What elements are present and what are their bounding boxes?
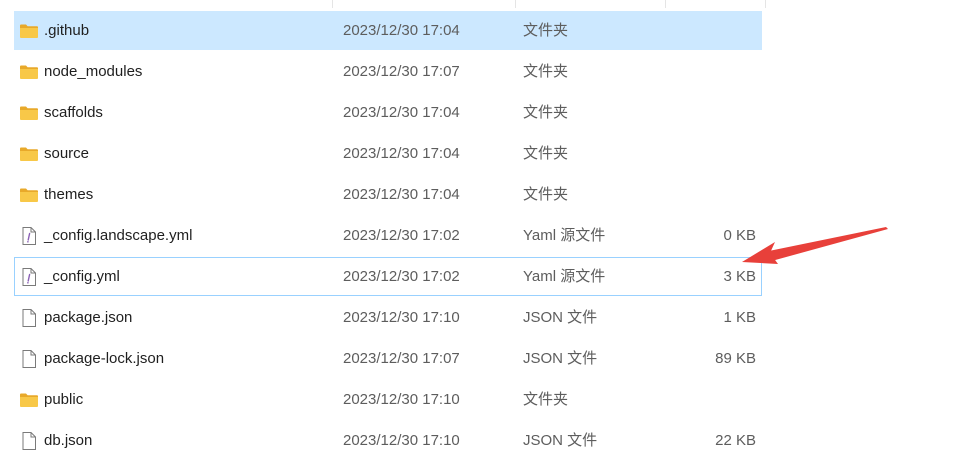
file-name: node_modules <box>44 63 143 80</box>
column-separator[interactable] <box>665 0 666 8</box>
file-size: 0 KB <box>723 227 756 244</box>
file-type: JSON 文件 <box>523 309 598 326</box>
file-row-scaffolds[interactable]: scaffolds 2023/12/30 17:04 文件夹 <box>14 93 762 132</box>
file-modified-date: 2023/12/30 17:02 <box>343 268 460 285</box>
file-modified-date: 2023/12/30 17:07 <box>343 350 460 367</box>
file-row-themes[interactable]: themes 2023/12/30 17:04 文件夹 <box>14 175 762 214</box>
file-name: .github <box>44 22 90 39</box>
file-type: Yaml 源文件 <box>523 227 606 244</box>
file-row-node-modules[interactable]: node_modules 2023/12/30 17:07 文件夹 <box>14 52 762 91</box>
file-size: 22 KB <box>715 432 756 449</box>
file-type: 文件夹 <box>523 186 569 203</box>
file-type: 文件夹 <box>523 63 569 80</box>
file-name: db.json <box>44 432 93 449</box>
column-separator[interactable] <box>765 0 766 8</box>
file-modified-date: 2023/12/30 17:10 <box>343 391 460 408</box>
file-modified-date: 2023/12/30 17:07 <box>343 63 460 80</box>
file-name: package.json <box>44 309 133 326</box>
file-row-source[interactable]: source 2023/12/30 17:04 文件夹 <box>14 134 762 173</box>
folder-icon <box>19 390 39 410</box>
file-name: source <box>44 145 90 162</box>
file-modified-date: 2023/12/30 17:04 <box>343 22 460 39</box>
file-explorer-pane: .github 2023/12/30 17:04 文件夹 node_module… <box>0 0 960 472</box>
file-modified-date: 2023/12/30 17:04 <box>343 186 460 203</box>
file-name: _config.landscape.yml <box>44 227 193 244</box>
file-row-config-landscape-yml[interactable]: _config.landscape.yml 2023/12/30 17:02 Y… <box>14 216 762 255</box>
folder-icon <box>19 21 39 41</box>
file-type: 文件夹 <box>523 145 569 162</box>
file-row-github[interactable]: .github 2023/12/30 17:04 文件夹 <box>14 11 762 50</box>
file-row-package-lock-json[interactable]: package-lock.json 2023/12/30 17:07 JSON … <box>14 339 762 378</box>
file-type: 文件夹 <box>523 104 569 121</box>
file-size: 3 KB <box>723 268 756 285</box>
file-size: 1 KB <box>723 309 756 326</box>
file-icon <box>19 308 39 328</box>
file-type: JSON 文件 <box>523 432 598 449</box>
file-size: 89 KB <box>715 350 756 367</box>
file-row-db-json[interactable]: db.json 2023/12/30 17:10 JSON 文件 22 KB <box>14 421 762 460</box>
folder-icon <box>19 103 39 123</box>
file-row-public[interactable]: public 2023/12/30 17:10 文件夹 <box>14 380 762 419</box>
file-modified-date: 2023/12/30 17:04 <box>343 145 460 162</box>
file-list: .github 2023/12/30 17:04 文件夹 node_module… <box>14 11 762 462</box>
file-name: public <box>44 391 84 408</box>
file-name: themes <box>44 186 94 203</box>
file-row-package-json[interactable]: package.json 2023/12/30 17:10 JSON 文件 1 … <box>14 298 762 337</box>
column-separator[interactable] <box>332 0 333 8</box>
file-name: package-lock.json <box>44 350 165 367</box>
file-icon <box>19 431 39 451</box>
file-type: Yaml 源文件 <box>523 268 606 285</box>
file-name: scaffolds <box>44 104 103 121</box>
column-separator[interactable] <box>515 0 516 8</box>
file-row-config-yml[interactable]: _config.yml 2023/12/30 17:02 Yaml 源文件 3 … <box>14 257 762 296</box>
folder-icon <box>19 144 39 164</box>
folder-icon <box>19 185 39 205</box>
file-type: 文件夹 <box>523 22 569 39</box>
file-icon <box>19 349 39 369</box>
file-modified-date: 2023/12/30 17:02 <box>343 227 460 244</box>
yaml-file-icon <box>19 267 39 287</box>
file-type: 文件夹 <box>523 391 569 408</box>
file-modified-date: 2023/12/30 17:10 <box>343 309 460 326</box>
file-type: JSON 文件 <box>523 350 598 367</box>
file-modified-date: 2023/12/30 17:10 <box>343 432 460 449</box>
folder-icon <box>19 62 39 82</box>
yaml-file-icon <box>19 226 39 246</box>
file-name: _config.yml <box>44 268 120 285</box>
file-modified-date: 2023/12/30 17:04 <box>343 104 460 121</box>
